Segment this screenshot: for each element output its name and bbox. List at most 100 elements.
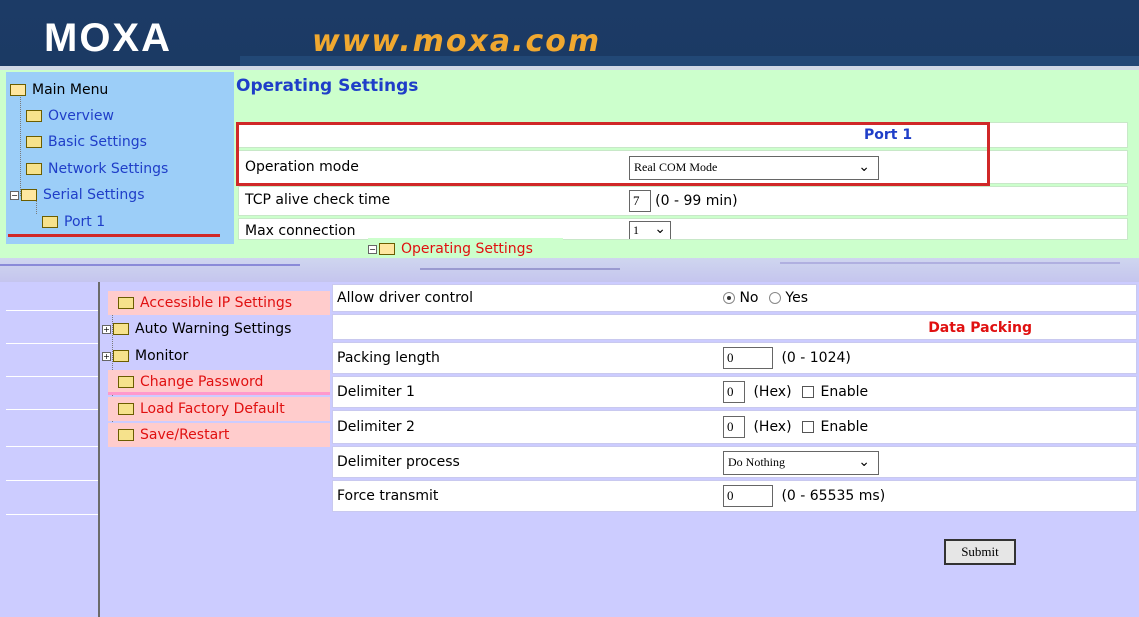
expand-icon[interactable]: +	[102, 324, 111, 334]
row-divider	[6, 409, 98, 410]
tcp-alive-label: TCP alive check time	[245, 192, 391, 208]
drag-label-text: Operating Settings	[401, 241, 533, 257]
menu-port-1[interactable]: Port 1	[42, 212, 105, 232]
highlight-box	[236, 122, 990, 186]
collapse-icon: −	[368, 244, 377, 254]
menu-accessible-ip-label: Accessible IP Settings	[140, 295, 293, 311]
menu-monitor[interactable]: + Monitor	[102, 344, 188, 368]
highlight-marker	[8, 234, 220, 238]
force-transmit-hint: (0 - 65535 ms)	[781, 488, 886, 504]
menu-port-1-label: Port 1	[64, 214, 106, 230]
folder-open-icon	[21, 189, 37, 201]
left-column	[6, 282, 98, 617]
tcp-alive-input[interactable]: 7	[629, 190, 651, 212]
tcp-alive-row: TCP alive check time 7 (0 - 99 min)	[238, 186, 1128, 216]
folder-icon	[42, 216, 58, 228]
menu-change-password[interactable]: Change Password	[108, 370, 330, 394]
delimiter-process-row: Delimiter process Do Nothing ⌄	[332, 446, 1137, 478]
radio-no[interactable]	[723, 292, 735, 304]
folder-icon	[26, 163, 42, 175]
page-title: Operating Settings	[236, 76, 419, 96]
max-connection-label: Max connection	[245, 223, 356, 239]
force-transmit-input[interactable]: 0	[723, 485, 773, 507]
drag-label: − Operating Settings	[368, 238, 563, 260]
header-band	[240, 56, 1139, 66]
delimiter2-row: Delimiter 2 0 (Hex) Enable	[332, 410, 1137, 444]
menu-load-factory-default[interactable]: Load Factory Default	[108, 397, 330, 421]
max-connection-select[interactable]: 1 ⌄	[629, 221, 671, 239]
folder-icon	[118, 297, 134, 309]
folder-open-icon	[10, 84, 26, 96]
delimiter-process-select[interactable]: Do Nothing ⌄	[723, 451, 879, 475]
highlight-bar	[108, 392, 330, 395]
menu-main[interactable]: Main Menu	[10, 80, 108, 100]
menu-change-password-label: Change Password	[140, 374, 264, 390]
allow-driver-label: Allow driver control	[337, 290, 473, 306]
menu-serial-settings[interactable]: − Serial Settings	[10, 185, 145, 205]
moxa-logo: MOXA	[44, 16, 172, 60]
menu-save-restart-label: Save/Restart	[140, 427, 230, 443]
radio-yes-label: Yes	[785, 290, 809, 306]
folder-icon	[26, 110, 42, 122]
moxa-url: www.moxa.com	[312, 24, 602, 59]
artifact-line	[420, 268, 620, 270]
main-menu-sidebar: Main Menu Overview Basic Settings Networ…	[6, 72, 234, 244]
delimiter1-label: Delimiter 1	[337, 384, 415, 400]
row-divider	[6, 310, 98, 311]
menu-load-factory-default-label: Load Factory Default	[140, 401, 285, 417]
delimiter-process-value: Do Nothing	[728, 455, 785, 469]
delimiter1-row: Delimiter 1 0 (Hex) Enable	[332, 376, 1137, 408]
row-divider	[6, 514, 98, 515]
row-divider	[6, 376, 98, 377]
chevron-down-icon: ⌄	[654, 222, 666, 237]
folder-icon	[113, 350, 129, 362]
collapse-icon[interactable]: −	[10, 190, 19, 200]
force-transmit-label: Force transmit	[337, 488, 439, 504]
port-submenu: Accessible IP Settings + Auto Warning Se…	[100, 282, 330, 617]
packing-length-hint: (0 - 1024)	[781, 350, 851, 366]
menu-serial-settings-label: Serial Settings	[43, 187, 145, 203]
menu-basic-settings-label: Basic Settings	[48, 134, 147, 150]
menu-network-settings-label: Network Settings	[48, 161, 169, 177]
chevron-down-icon: ⌄	[858, 455, 870, 470]
tcp-alive-hint: (0 - 99 min)	[655, 193, 738, 209]
folder-icon	[118, 376, 134, 388]
allow-driver-row: Allow driver control No Yes	[332, 284, 1137, 312]
tree-line	[20, 92, 21, 196]
delimiter2-hex: (Hex)	[753, 419, 792, 435]
menu-main-label: Main Menu	[32, 82, 109, 98]
packing-length-label: Packing length	[337, 350, 440, 366]
max-connection-value: 1	[633, 223, 639, 237]
folder-icon	[26, 136, 42, 148]
row-divider	[6, 480, 98, 481]
delimiter1-input[interactable]: 0	[723, 381, 745, 403]
header-banner: MOXA www.moxa.com	[0, 0, 1139, 70]
menu-basic-settings[interactable]: Basic Settings	[26, 132, 147, 152]
radio-no-label: No	[739, 290, 759, 306]
data-packing-header: Data Packing	[928, 320, 1032, 336]
submit-button[interactable]: Submit	[944, 539, 1016, 565]
menu-auto-warning-label: Auto Warning Settings	[135, 321, 292, 337]
row-divider	[6, 446, 98, 447]
menu-network-settings[interactable]: Network Settings	[26, 159, 168, 179]
delimiter2-input[interactable]: 0	[723, 416, 745, 438]
delimiter1-enable-label: Enable	[820, 384, 869, 400]
delimiter1-hex: (Hex)	[753, 384, 792, 400]
folder-open-icon	[379, 243, 395, 255]
expand-icon[interactable]: +	[102, 351, 111, 361]
menu-overview[interactable]: Overview	[26, 106, 114, 126]
menu-monitor-label: Monitor	[135, 348, 189, 364]
delimiter1-enable-checkbox[interactable]	[802, 386, 815, 398]
delimiter2-enable-checkbox[interactable]	[802, 421, 815, 433]
render-artifact-band	[0, 258, 1139, 282]
menu-auto-warning[interactable]: + Auto Warning Settings	[102, 317, 291, 341]
menu-save-restart[interactable]: Save/Restart	[108, 423, 330, 447]
packing-length-input[interactable]: 0	[723, 347, 773, 369]
radio-yes[interactable]	[768, 292, 781, 304]
data-packing-row: Data Packing	[332, 314, 1137, 340]
folder-icon	[118, 429, 134, 441]
force-transmit-row: Force transmit 0 (0 - 65535 ms)	[332, 480, 1137, 512]
packing-length-row: Packing length 0 (0 - 1024)	[332, 342, 1137, 374]
artifact-line	[0, 264, 300, 266]
menu-accessible-ip[interactable]: Accessible IP Settings	[108, 291, 330, 315]
